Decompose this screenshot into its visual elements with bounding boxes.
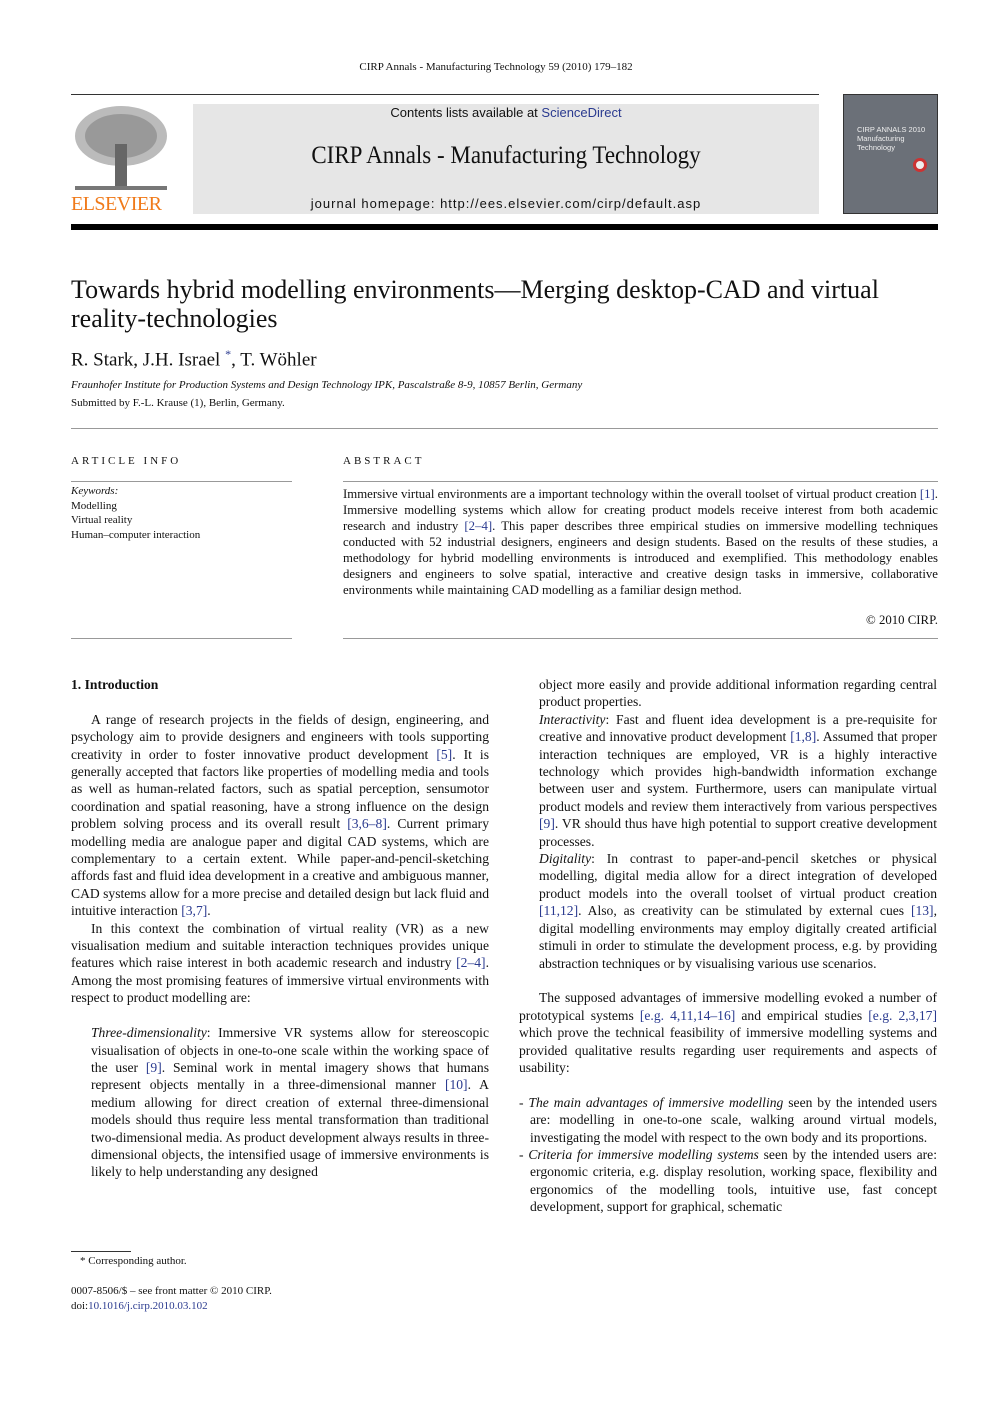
divider — [71, 638, 292, 639]
text-run: - — [519, 1146, 529, 1162]
journal-cover: CIRP ANNALS 2010 Manufacturing Technolog… — [843, 94, 938, 214]
footnote-rule — [71, 1251, 131, 1252]
keywords-label: Keywords: — [71, 485, 119, 497]
running-head: CIRP Annals - Manufacturing Technology 5… — [359, 61, 633, 73]
paragraph: A range of research projects in the fiel… — [71, 711, 489, 920]
authors: R. Stark, J.H. Israel *, T. Wöhler — [71, 347, 317, 371]
authors-part: , T. Wöhler — [231, 349, 317, 371]
paragraph: Three-dimensionality: Immersive VR syste… — [91, 1024, 489, 1181]
publisher-logo-text: ELSEVIER — [71, 193, 162, 215]
text-run: . VR should thus have high potential to … — [539, 816, 937, 849]
abstract-copyright: © 2010 CIRP. — [866, 613, 938, 627]
citation-link[interactable]: [1,8] — [790, 729, 816, 744]
citation-link[interactable]: [3,6–8] — [347, 816, 387, 831]
text-run: . — [207, 903, 211, 919]
text-run: Immersive virtual environments are a imp… — [343, 487, 920, 501]
header-rule — [71, 224, 938, 230]
paragraph: In this context the combination of virtu… — [71, 920, 489, 1007]
emphasis-text: Digitality — [539, 851, 592, 867]
citation-link[interactable]: [5] — [436, 747, 452, 762]
body-column-left: 1. Introduction A range of research proje… — [71, 676, 489, 1181]
text-run: : In contrast to paper-and-pencil sketch… — [539, 851, 937, 901]
tree-icon — [71, 104, 171, 192]
authors-part: R. Stark, J.H. Israel — [71, 349, 226, 371]
section-heading: 1. Introduction — [71, 676, 489, 693]
keyword: Human–computer interaction — [71, 528, 201, 541]
text-run: In this context the combination of virtu… — [71, 920, 489, 971]
citation-link[interactable]: [11,12] — [539, 903, 578, 918]
submitted-by: Submitted by F.-L. Krause (1), Berlin, G… — [71, 397, 285, 409]
journal-homepage[interactable]: journal homepage: http://ees.elsevier.co… — [193, 196, 819, 211]
abstract-text: Immersive virtual environments are a imp… — [343, 486, 938, 598]
issn-line: 0007-8506/$ – see front matter © 2010 CI… — [71, 1285, 272, 1297]
abstract-heading: ABSTRACT — [343, 455, 425, 467]
footnote: * Corresponding author. — [80, 1255, 187, 1267]
article-title: Towards hybrid modelling environments—Me… — [71, 275, 879, 333]
divider — [343, 638, 938, 639]
paragraph: Interactivity: Fast and fluent idea deve… — [539, 711, 937, 850]
paragraph: Digitality: In contrast to paper-and-pen… — [539, 850, 937, 972]
text-run: and empirical studies — [735, 1007, 869, 1023]
keyword: Virtual reality — [71, 514, 133, 526]
text-run: . Also, as creativity can be stimulated … — [578, 903, 911, 919]
citation-link[interactable]: [9] — [539, 816, 555, 831]
citation-link[interactable]: [2–4] — [464, 519, 492, 533]
text-run: A range of research projects in the fiel… — [71, 711, 489, 762]
contents-prefix: Contents lists available at — [390, 105, 542, 120]
cirp-seal-icon — [913, 158, 927, 172]
cover-text: CIRP ANNALS 2010 Manufacturing Technolog… — [857, 125, 926, 152]
affiliation: Fraunhofer Institute for Production Syst… — [71, 379, 583, 391]
journal-title: CIRP Annals - Manufacturing Technology — [311, 142, 701, 169]
text-run: . Current primary modelling media are an… — [71, 816, 489, 919]
divider — [71, 428, 938, 429]
text-run: . A medium allowing for direct creation … — [91, 1077, 489, 1180]
text-run: which prove the technical feasibility of… — [519, 1025, 937, 1075]
citation-link[interactable]: [10] — [445, 1077, 468, 1092]
divider — [343, 481, 938, 482]
article-info-heading: ARTICLE INFO — [71, 455, 182, 467]
paragraph: object more easily and provide additiona… — [539, 676, 937, 711]
emphasis-text: The main advantages of immersive modelli… — [528, 1094, 784, 1110]
emphasis-text: Interactivity — [539, 711, 606, 727]
doi-line: doi:10.1016/j.cirp.2010.03.102 — [71, 1299, 208, 1314]
citation-link[interactable]: [e.g. 2,3,17] — [868, 1008, 937, 1023]
citation-link[interactable]: [13] — [911, 903, 934, 918]
divider — [71, 94, 819, 95]
paragraph: The supposed advantages of immersive mod… — [519, 989, 937, 1076]
divider — [71, 481, 292, 482]
journal-banner: Contents lists available at ScienceDirec… — [193, 104, 819, 214]
elsevier-logo: ELSEVIER — [71, 104, 171, 216]
citation-link[interactable]: [1] — [920, 487, 935, 501]
doi-link[interactable]: 10.1016/j.cirp.2010.03.102 — [88, 1300, 207, 1312]
emphasis-text: Criteria for immersive modelling systems — [528, 1146, 759, 1162]
keyword: Modelling — [71, 499, 117, 512]
emphasis-text: Three-dimensionality — [91, 1025, 207, 1041]
citation-link[interactable]: [2–4] — [456, 955, 485, 970]
citation-link[interactable]: [3,7] — [181, 903, 207, 918]
text-run: object more easily and provide additiona… — [539, 677, 937, 710]
doi-prefix: doi: — [71, 1300, 89, 1312]
citation-link[interactable]: [9] — [146, 1060, 162, 1075]
body-column-right: object more easily and provide additiona… — [519, 676, 937, 1216]
text-run: 1. Introduction — [71, 677, 159, 692]
citation-link[interactable]: [e.g. 4,11,14–16] — [640, 1008, 735, 1023]
list-item: - Criteria for immersive modelling syste… — [519, 1146, 937, 1216]
keywords: Keywords: Modelling Virtual reality Huma… — [71, 484, 200, 542]
list-item: - The main advantages of immersive model… — [519, 1094, 937, 1146]
sciencedirect-link[interactable]: ScienceDirect — [541, 105, 621, 120]
